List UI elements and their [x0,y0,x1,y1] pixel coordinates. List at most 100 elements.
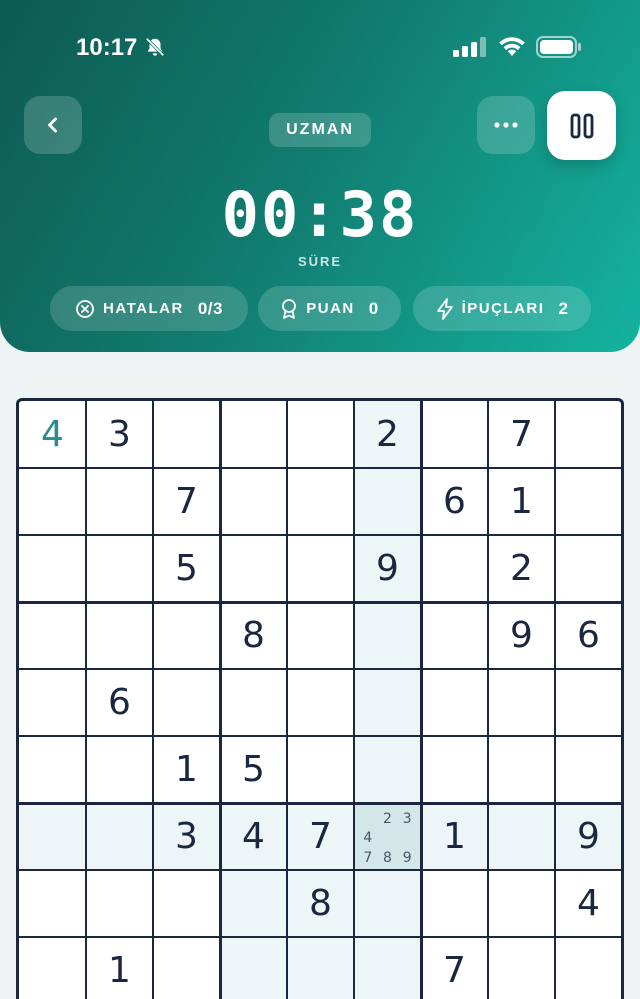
sudoku-cell-r2c7[interactable]: 6 [421,468,488,535]
sudoku-cell-r4c1[interactable] [19,602,86,669]
note-digit: 7 [363,850,373,867]
sudoku-cell-r5c8[interactable] [488,669,555,736]
sudoku-cell-r9c8[interactable] [488,937,555,999]
sudoku-cell-r1c6[interactable]: 2 [354,401,421,468]
box-divider-horizontal [19,801,621,805]
hints-value: 2 [558,298,569,318]
sudoku-cell-r6c7[interactable] [421,736,488,803]
sudoku-cell-r5c9[interactable] [555,669,621,736]
sudoku-cell-r9c5[interactable] [287,937,354,999]
sudoku-cell-r5c2[interactable]: 6 [86,669,153,736]
sudoku-cell-r5c7[interactable] [421,669,488,736]
x-circle-icon [76,299,94,318]
sudoku-cell-r2c4[interactable] [220,468,287,535]
sudoku-cell-r6c9[interactable] [555,736,621,803]
sudoku-cell-r9c2[interactable]: 1 [86,937,153,999]
sudoku-cell-r7c5[interactable]: 7 [287,803,354,870]
pause-button[interactable] [547,91,616,160]
status-time: 10:17 [76,34,138,61]
sudoku-cell-r9c3[interactable] [153,937,220,999]
bell-muted-icon [145,37,165,57]
timer-label: SÜRE [297,254,343,269]
sudoku-cell-r8c8[interactable] [488,870,555,937]
sudoku-cell-r2c3[interactable]: 7 [153,468,220,535]
award-icon [282,298,297,319]
sudoku-cell-r8c3[interactable] [153,870,220,937]
sudoku-cell-r2c6[interactable] [354,468,421,535]
sudoku-cell-r7c3[interactable]: 3 [153,803,220,870]
sudoku-cell-r1c8[interactable]: 7 [488,401,555,468]
score-stat: PUAN 0 [258,286,401,331]
sudoku-cell-r3c4[interactable] [220,535,287,602]
sudoku-cell-r5c5[interactable] [287,669,354,736]
sudoku-cell-r7c2[interactable] [86,803,153,870]
sudoku-cell-r7c9[interactable]: 9 [555,803,621,870]
sudoku-cell-r9c1[interactable] [19,937,86,999]
sudoku-cell-r4c4[interactable]: 8 [220,602,287,669]
sudoku-cell-r1c1[interactable]: 4 [19,401,86,468]
sudoku-cell-r3c9[interactable] [555,535,621,602]
sudoku-cell-r1c2[interactable]: 3 [86,401,153,468]
sudoku-cell-r3c6[interactable]: 9 [354,535,421,602]
sudoku-cell-r6c1[interactable] [19,736,86,803]
sudoku-cell-r2c2[interactable] [86,468,153,535]
sudoku-cell-r5c4[interactable] [220,669,287,736]
sudoku-cell-r9c4[interactable] [220,937,287,999]
sudoku-cell-r7c1[interactable] [19,803,86,870]
sudoku-cell-r6c3[interactable]: 1 [153,736,220,803]
sudoku-cell-r4c7[interactable] [421,602,488,669]
hints-label: İPUÇLARI [461,300,545,317]
sudoku-cell-r6c4[interactable]: 5 [220,736,287,803]
cell-divider-vertical [152,401,154,999]
cell-divider-vertical [85,401,87,999]
sudoku-cell-r3c3[interactable]: 5 [153,535,220,602]
sudoku-cell-r6c6[interactable] [354,736,421,803]
sudoku-cell-r4c8[interactable]: 9 [488,602,555,669]
sudoku-cell-r6c8[interactable] [488,736,555,803]
sudoku-cell-r2c1[interactable] [19,468,86,535]
sudoku-cell-r7c7[interactable]: 1 [421,803,488,870]
more-options-button[interactable] [477,96,535,154]
sudoku-cell-r9c6[interactable] [354,937,421,999]
sudoku-cell-r4c5[interactable] [287,602,354,669]
sudoku-cell-r8c7[interactable] [421,870,488,937]
sudoku-cell-r9c7[interactable]: 7 [421,937,488,999]
sudoku-cell-r2c9[interactable] [555,468,621,535]
sudoku-cell-r3c8[interactable]: 2 [488,535,555,602]
sudoku-cell-r1c7[interactable] [421,401,488,468]
score-label: PUAN [306,300,355,317]
sudoku-cell-r1c9[interactable] [555,401,621,468]
sudoku-cell-r2c5[interactable] [287,468,354,535]
sudoku-cell-r6c2[interactable] [86,736,153,803]
sudoku-cell-r4c9[interactable]: 6 [555,602,621,669]
mistakes-stat: HATALAR 0/3 [50,286,248,331]
sudoku-cell-r8c1[interactable] [19,870,86,937]
sudoku-cell-r8c5[interactable]: 8 [287,870,354,937]
hints-stat[interactable]: İPUÇLARI 2 [413,286,591,331]
sudoku-cell-r6c5[interactable] [287,736,354,803]
sudoku-cell-r4c6[interactable] [354,602,421,669]
sudoku-cell-r7c8[interactable] [488,803,555,870]
sudoku-cell-r1c5[interactable] [287,401,354,468]
sudoku-cell-r8c9[interactable]: 4 [555,870,621,937]
sudoku-cell-r8c6[interactable] [354,870,421,937]
sudoku-cell-r5c6[interactable] [354,669,421,736]
sudoku-cell-r8c2[interactable] [86,870,153,937]
sudoku-cell-r7c4[interactable]: 4 [220,803,287,870]
sudoku-cell-r1c3[interactable] [153,401,220,468]
sudoku-cell-r4c2[interactable] [86,602,153,669]
sudoku-cell-r5c3[interactable] [153,669,220,736]
sudoku-cell-r4c3[interactable] [153,602,220,669]
back-button[interactable] [24,96,82,154]
sudoku-cell-r3c2[interactable] [86,535,153,602]
sudoku-cell-r3c1[interactable] [19,535,86,602]
sudoku-cell-r8c4[interactable] [220,870,287,937]
sudoku-cell-r7c6[interactable]: 23 4 789 [354,803,421,870]
sudoku-cell-r5c1[interactable] [19,669,86,736]
sudoku-cell-r3c5[interactable] [287,535,354,602]
cell-divider-horizontal [19,936,621,938]
sudoku-cell-r1c4[interactable] [220,401,287,468]
sudoku-cell-r9c9[interactable] [555,937,621,999]
sudoku-cell-r2c8[interactable]: 1 [488,468,555,535]
sudoku-cell-r3c7[interactable] [421,535,488,602]
